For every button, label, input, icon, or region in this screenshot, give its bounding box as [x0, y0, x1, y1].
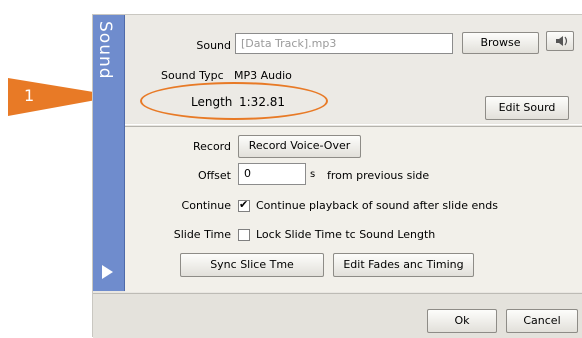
sync-slide-time-button[interactable]: Sync Slice Tme [180, 253, 324, 277]
offset-input[interactable]: 0 [238, 163, 306, 185]
browse-button[interactable]: Browse [462, 32, 539, 54]
offset-suffix: from previous side [327, 169, 430, 182]
sound-type-label: Sound Typc [161, 69, 224, 82]
speaker-icon-glyph [556, 36, 568, 46]
dialog-footer: Ok Cancel [93, 293, 582, 338]
highlight-ellipse [140, 82, 328, 120]
sound-side-tab[interactable]: Sound [93, 15, 125, 291]
sound-file-field[interactable]: [Data Track].mp3 [235, 33, 453, 54]
cancel-button[interactable]: Cancel [506, 309, 578, 333]
callout-number: 1 [24, 86, 35, 105]
side-tab-label: Sound [95, 21, 115, 80]
continue-label: Continue [181, 199, 231, 212]
lock-slide-time-text[interactable]: Lock Slide Time tc Sound Length [256, 228, 435, 241]
play-arrow-icon[interactable] [102, 265, 113, 279]
section-separator [125, 124, 582, 125]
continue-playback-text[interactable]: Continue playback of sound after slide e… [256, 199, 498, 212]
offset-label: Offset [197, 169, 231, 182]
sound-label: Sound [196, 39, 231, 52]
sound-dialog: Sound Sound [Data Track].mp3 Browse Soun… [92, 14, 582, 338]
recording-options-panel: Record Record Voice-Over Offset 0 s from… [125, 126, 582, 292]
slide-time-label: Slide Time [173, 228, 231, 241]
speaker-icon[interactable] [546, 31, 574, 51]
edit-sound-button[interactable]: Edit Sourd [485, 96, 569, 120]
lock-slide-time-checkbox[interactable] [238, 229, 250, 241]
offset-unit: s [310, 169, 316, 180]
record-label: Record [192, 140, 231, 153]
record-voice-over-button[interactable]: Record Voice-Over [238, 135, 361, 158]
edit-fades-timing-button[interactable]: Edit Fades anc Timing [333, 253, 474, 277]
sound-type-value: MP3 Audio [234, 69, 292, 82]
ok-button[interactable]: Ok [427, 309, 497, 333]
continue-playback-checkbox[interactable] [238, 198, 250, 212]
